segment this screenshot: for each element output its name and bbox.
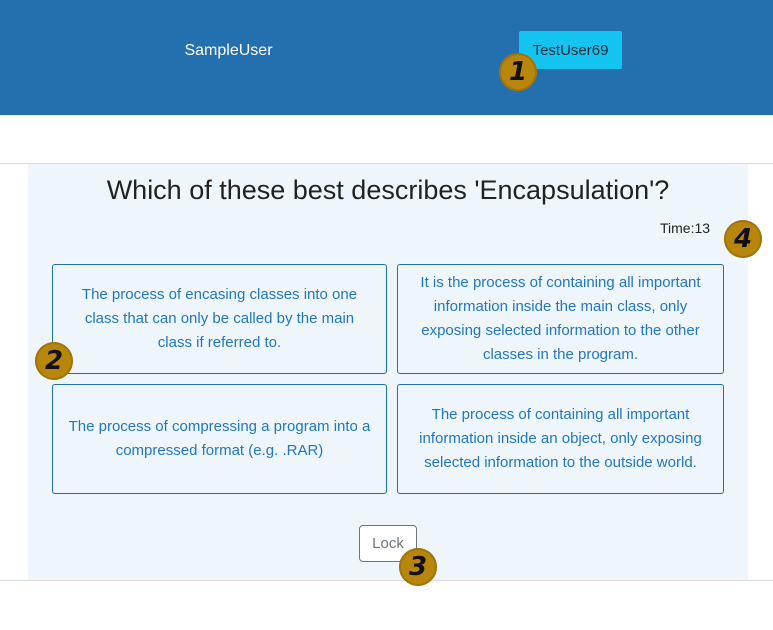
question-title: Which of these best describes 'Encapsula… xyxy=(106,175,670,205)
answer-option-3[interactable]: The process of compressing a program int… xyxy=(52,384,387,494)
timer: Time:13 xyxy=(660,220,711,236)
annotation-marker-4: 4 xyxy=(724,220,762,258)
answer-option-1[interactable]: The process of encasing classes into one… xyxy=(52,264,387,374)
header-bar xyxy=(0,0,773,115)
answer-option-2[interactable]: It is the process of containing all impo… xyxy=(397,264,724,374)
annotation-marker-3: 3 xyxy=(399,548,437,586)
player-name-sampleuser: SampleUser xyxy=(184,42,273,59)
divider xyxy=(0,580,773,581)
annotation-marker-1: 1 xyxy=(499,53,537,91)
answer-option-4[interactable]: The process of containing all important … xyxy=(397,384,724,494)
annotation-marker-2: 2 xyxy=(35,342,73,380)
